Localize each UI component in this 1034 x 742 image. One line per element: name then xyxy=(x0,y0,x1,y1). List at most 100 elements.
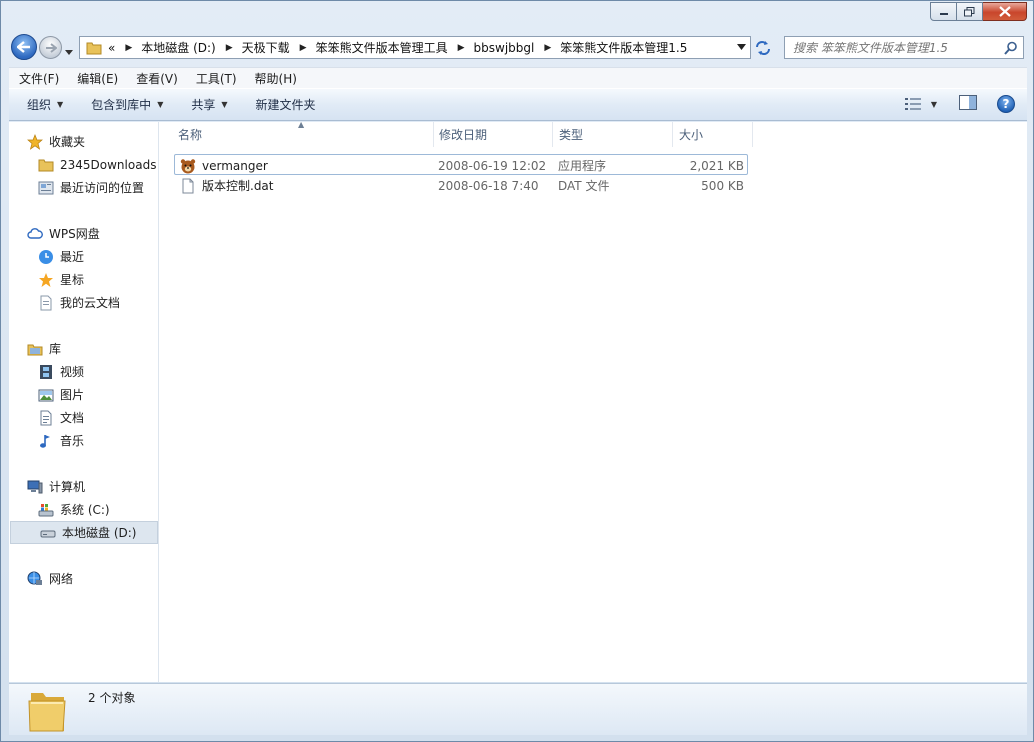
new-folder-button[interactable]: 新建文件夹 xyxy=(242,96,330,113)
nav-item-system-c[interactable]: 系统 (C:) xyxy=(9,498,159,521)
search-input[interactable] xyxy=(793,40,998,55)
nav-item-2345downloads[interactable]: 2345Downloads xyxy=(9,153,159,176)
menu-view[interactable]: 查看(V) xyxy=(127,70,187,87)
menu-help[interactable]: 帮助(H) xyxy=(246,70,306,87)
change-view-button[interactable]: ▼ xyxy=(904,97,937,111)
nav-item-videos[interactable]: 视频 xyxy=(9,360,159,383)
menu-edit[interactable]: 编辑(E) xyxy=(68,70,127,87)
item-count: 2 个对象 xyxy=(88,691,136,705)
include-in-library-button[interactable]: 包含到库中 ▼ xyxy=(77,96,177,113)
chevron-right-icon[interactable]: ▶ xyxy=(544,43,551,53)
file-size: 2,021 KB xyxy=(689,158,744,173)
chevron-down-icon xyxy=(65,50,73,55)
column-header-name-label: 名称 xyxy=(178,128,203,142)
cloud-icon xyxy=(27,226,43,242)
nav-libraries-label: 库 xyxy=(49,342,62,356)
search-box[interactable] xyxy=(784,36,1024,59)
nav-item-label: 系统 (C:) xyxy=(60,503,110,517)
chevron-right-icon[interactable]: ▶ xyxy=(300,43,307,53)
nav-item-recent-places[interactable]: 最近访问的位置 xyxy=(9,176,159,199)
help-button[interactable]: ? xyxy=(997,95,1015,113)
nav-libraries[interactable]: 库 xyxy=(9,337,159,360)
nav-computer[interactable]: 计算机 xyxy=(9,475,159,498)
recent-pages-dropdown[interactable] xyxy=(65,44,73,58)
nav-wps-cloud[interactable]: WPS网盘 xyxy=(9,222,159,245)
close-icon xyxy=(998,6,1011,17)
search-icon[interactable] xyxy=(1004,41,1018,55)
libraries-group: 库 视频 图片 文档 音乐 xyxy=(9,337,159,452)
column-header-type[interactable]: 类型 xyxy=(553,122,673,147)
nav-item-label: 文档 xyxy=(60,411,85,425)
nav-computer-label: 计算机 xyxy=(49,480,86,494)
file-type: 应用程序 xyxy=(558,159,607,173)
command-bar-right: ▼ ? xyxy=(904,95,1015,113)
menu-file[interactable]: 文件(F) xyxy=(9,70,68,87)
file-row[interactable]: vermanger 2008-06-19 12:02 应用程序 2,021 KB xyxy=(174,154,748,175)
nav-item-recent[interactable]: 最近 xyxy=(9,245,159,268)
column-header-modified-label: 修改日期 xyxy=(439,128,488,142)
chevron-right-icon[interactable]: ▶ xyxy=(226,43,233,53)
file-name-cell: vermanger xyxy=(180,155,268,176)
computer-icon xyxy=(27,479,43,495)
nav-item-my-cloud-docs[interactable]: 我的云文档 xyxy=(9,291,159,314)
folder-icon xyxy=(86,42,102,54)
column-header-modified[interactable]: 修改日期 xyxy=(433,122,553,147)
nav-item-starred[interactable]: 星标 xyxy=(9,268,159,291)
breadcrumb-bbswjbbgl[interactable]: bbswjbbgl xyxy=(474,41,535,55)
preview-pane-button[interactable] xyxy=(959,95,977,113)
file-type: DAT 文件 xyxy=(558,179,610,193)
nav-item-label: 星标 xyxy=(60,273,85,287)
network-group: 网络 xyxy=(9,567,159,590)
document-icon xyxy=(38,295,54,311)
file-modified: 2008-06-19 12:02 xyxy=(438,158,547,173)
chevron-down-icon: ▼ xyxy=(221,100,228,109)
column-header-name[interactable]: 名称 xyxy=(172,122,434,147)
menu-bar: 文件(F) 编辑(E) 查看(V) 工具(T) 帮助(H) xyxy=(9,67,1027,88)
forward-arrow-icon xyxy=(45,42,57,53)
breadcrumb-current-folder[interactable]: 笨笨熊文件版本管理1.5 xyxy=(560,39,687,56)
forward-button[interactable] xyxy=(39,36,62,59)
share-button[interactable]: 共享 ▼ xyxy=(177,96,241,113)
file-row[interactable]: 版本控制.dat 2008-06-18 7:40 DAT 文件 500 KB xyxy=(160,175,760,196)
nav-network[interactable]: 网络 xyxy=(9,567,159,590)
file-modified: 2008-06-18 7:40 xyxy=(438,178,539,193)
address-overflow[interactable]: « xyxy=(108,41,115,55)
nav-item-documents[interactable]: 文档 xyxy=(9,406,159,429)
back-button[interactable] xyxy=(11,34,37,60)
address-history-dropdown-icon[interactable] xyxy=(737,44,746,50)
chevron-down-icon[interactable]: ▼ xyxy=(931,100,937,109)
column-header-type-label: 类型 xyxy=(559,128,584,142)
nav-item-label: 图片 xyxy=(60,388,85,402)
address-bar[interactable]: « ▶ 本地磁盘 (D:) ▶ 天极下载 ▶ 笨笨熊文件版本管理工具 ▶ bbs… xyxy=(79,36,751,59)
wps-group: WPS网盘 最近 星标 我的云文档 xyxy=(9,222,159,314)
chevron-right-icon[interactable]: ▶ xyxy=(125,43,132,53)
content-area: 收藏夹 2345Downloads 最近访问的位置 WPS网盘 最近 星标 我的… xyxy=(9,120,1027,682)
restore-icon xyxy=(964,6,975,16)
details-view-icon xyxy=(904,98,921,110)
refresh-button[interactable] xyxy=(754,39,776,57)
maximize-button[interactable] xyxy=(957,2,983,21)
nav-item-pictures[interactable]: 图片 xyxy=(9,383,159,406)
hard-drive-icon xyxy=(40,525,56,541)
clock-icon xyxy=(38,249,54,265)
chevron-right-icon[interactable]: ▶ xyxy=(458,43,465,53)
nav-favorites-label: 收藏夹 xyxy=(49,135,86,149)
nav-item-music[interactable]: 音乐 xyxy=(9,429,159,452)
breadcrumb-d-drive[interactable]: 本地磁盘 (D:) xyxy=(141,39,215,56)
menu-tools[interactable]: 工具(T) xyxy=(187,70,246,87)
command-bar: 组织 ▼ 包含到库中 ▼ 共享 ▼ 新建文件夹 ▼ ? xyxy=(9,88,1027,121)
file-size: 500 KB xyxy=(701,178,744,193)
organize-button[interactable]: 组织 ▼ xyxy=(9,96,77,113)
nav-favorites[interactable]: 收藏夹 xyxy=(9,130,159,153)
minimize-button[interactable] xyxy=(930,2,957,21)
column-header-size[interactable]: 大小 xyxy=(673,122,753,147)
nav-item-label: 最近 xyxy=(60,250,85,264)
breadcrumb-tool-folder[interactable]: 笨笨熊文件版本管理工具 xyxy=(316,39,448,56)
document-icon xyxy=(38,410,54,426)
navigation-pane: 收藏夹 2345Downloads 最近访问的位置 WPS网盘 最近 星标 我的… xyxy=(9,122,159,682)
close-button[interactable] xyxy=(983,2,1027,21)
file-name: vermanger xyxy=(202,158,268,173)
star-icon xyxy=(38,272,54,288)
breadcrumb-tianji-download[interactable]: 天极下载 xyxy=(242,39,290,56)
nav-item-local-disk-d[interactable]: 本地磁盘 (D:) xyxy=(10,521,158,544)
